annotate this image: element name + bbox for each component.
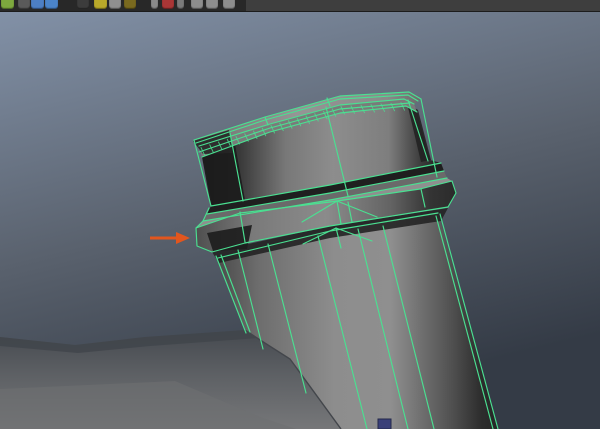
- tool-blue-sphere-icon[interactable]: [45, 0, 58, 9]
- narrow-tool-icon[interactable]: [177, 0, 184, 9]
- app-window: [0, 0, 600, 429]
- square-tool-icon[interactable]: [206, 0, 218, 9]
- render-sphere-yellow-icon[interactable]: [94, 0, 107, 9]
- shelf-toolbar: [0, 0, 600, 12]
- round-tool-icon[interactable]: [191, 0, 203, 9]
- shelf-toolbar-icon-strip: [0, 0, 246, 11]
- tool-sphere-dark-icon[interactable]: [18, 0, 30, 9]
- render-sphere-gray-icon[interactable]: [109, 0, 121, 9]
- clipped-bottom-marker: [377, 418, 392, 429]
- small-tool-icon[interactable]: [151, 0, 158, 9]
- render-sphere-olive-icon[interactable]: [124, 0, 136, 9]
- diamond-dark-icon[interactable]: [77, 0, 89, 9]
- clip-tool-icon[interactable]: [223, 0, 235, 9]
- 3d-viewport[interactable]: [0, 0, 600, 429]
- red-badge-icon[interactable]: [162, 0, 174, 9]
- tool-blue-box-icon[interactable]: [31, 0, 44, 9]
- snap-grid-icon[interactable]: [1, 0, 14, 9]
